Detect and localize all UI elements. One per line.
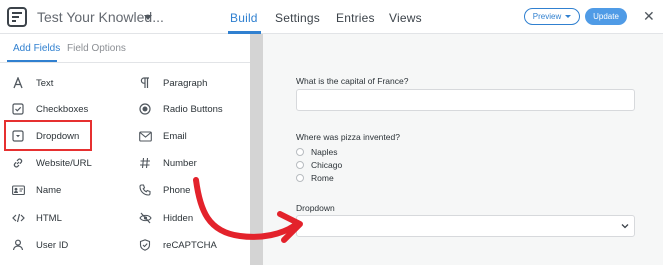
name-card-icon <box>11 183 25 197</box>
field-label: Phone <box>163 184 191 196</box>
field-label: Email <box>163 130 187 142</box>
hash-icon <box>138 156 152 170</box>
field-website-url[interactable]: Website/URL <box>11 152 92 174</box>
phone-icon <box>138 183 152 197</box>
form-canvas: What is the capital of France? Where was… <box>263 34 663 265</box>
field-label: Name <box>36 184 62 196</box>
radio-option-label: Naples <box>311 146 338 157</box>
field-recaptcha[interactable]: reCAPTCHA <box>138 234 217 256</box>
checkbox-icon <box>11 102 25 116</box>
tab-settings[interactable]: Settings <box>275 11 320 25</box>
dropdown-select[interactable] <box>296 215 635 237</box>
question-label: What is the capital of France? <box>296 76 409 86</box>
code-icon <box>11 211 25 225</box>
close-icon[interactable]: ✕ <box>643 8 655 25</box>
paragraph-icon <box>138 76 152 90</box>
radio-circle-icon <box>296 147 304 156</box>
tab-entries[interactable]: Entries <box>336 11 375 25</box>
radio-circle-icon <box>296 173 304 182</box>
tab-views[interactable]: Views <box>389 11 422 25</box>
field-label: Number <box>163 157 197 169</box>
field-radio-buttons[interactable]: Radio Buttons <box>138 98 223 120</box>
shield-icon <box>138 238 152 252</box>
field-label: reCAPTCHA <box>163 239 217 251</box>
field-label: Checkboxes <box>36 103 89 115</box>
preview-label: Preview <box>532 12 562 21</box>
radio-icon <box>138 102 152 116</box>
text-icon <box>11 76 25 90</box>
field-checkboxes[interactable]: Checkboxes <box>11 98 88 120</box>
field-name[interactable]: Name <box>11 179 61 201</box>
radio-option-label: Rome <box>311 172 334 183</box>
tab-add-fields[interactable]: Add Fields <box>13 43 60 54</box>
tab-build[interactable]: Build <box>230 11 258 25</box>
field-paragraph[interactable]: Paragraph <box>138 72 207 94</box>
chevron-down-icon <box>621 224 629 229</box>
radio-option[interactable]: Rome <box>296 172 334 183</box>
question-label: Dropdown <box>296 203 335 213</box>
radio-option-label: Chicago <box>311 159 343 170</box>
capital-answer-input[interactable] <box>296 89 635 111</box>
field-label: Hidden <box>163 212 194 224</box>
field-html[interactable]: HTML <box>11 207 62 229</box>
field-number[interactable]: Number <box>138 152 197 174</box>
divider <box>0 62 250 63</box>
field-label: HTML <box>36 212 62 224</box>
chevron-down-icon[interactable] <box>144 15 152 20</box>
user-icon <box>11 238 25 252</box>
sidebar-scrollbar[interactable] <box>250 34 263 265</box>
top-bar: Test Your Knowled... Build Settings Entr… <box>0 0 663 34</box>
question-label: Where was pizza invented? <box>296 132 400 142</box>
preview-button[interactable]: Preview <box>524 8 580 25</box>
field-label: User ID <box>36 239 69 251</box>
field-email[interactable]: Email <box>138 125 187 147</box>
dropdown-highlight-box <box>4 120 92 151</box>
formidable-logo-icon[interactable] <box>7 7 27 27</box>
field-hidden[interactable]: Hidden <box>138 207 193 229</box>
field-label: Website/URL <box>36 157 92 169</box>
field-label: Paragraph <box>163 77 208 89</box>
radio-option[interactable]: Naples <box>296 146 337 157</box>
field-label: Text <box>36 77 54 89</box>
radio-circle-icon <box>296 160 304 169</box>
field-label: Radio Buttons <box>163 103 223 115</box>
fields-sidebar: Add Fields Field Options Text Checkboxes… <box>0 34 263 265</box>
chevron-down-icon <box>565 15 572 18</box>
radio-option[interactable]: Chicago <box>296 159 342 170</box>
eye-slash-icon <box>138 211 152 225</box>
field-user-id[interactable]: User ID <box>11 234 68 256</box>
update-button[interactable]: Update <box>585 8 627 25</box>
field-text[interactable]: Text <box>11 72 53 94</box>
envelope-icon <box>138 129 152 143</box>
field-phone[interactable]: Phone <box>138 179 190 201</box>
tab-field-options[interactable]: Field Options <box>67 43 126 54</box>
link-icon <box>11 156 25 170</box>
